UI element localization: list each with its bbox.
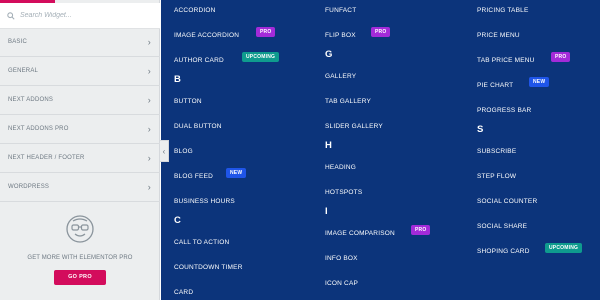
category-next-addons[interactable]: NEXT ADDONS › xyxy=(0,86,160,115)
chevron-right-icon: › xyxy=(147,124,151,134)
category-list: BASIC › GENERAL › NEXT ADDONS › NEXT ADDONS… xyxy=(0,28,160,202)
widget-slider-gallery[interactable]: SLIDER GALLERY xyxy=(325,123,383,130)
widget-flip-box[interactable]: FLIP BOX xyxy=(325,32,356,39)
widget-pie-chart[interactable]: PIE CHART xyxy=(477,82,513,89)
category-next-header-footer[interactable]: NEXT HEADER / FOOTER › xyxy=(0,144,160,173)
widget-dual-button[interactable]: DUAL BUTTON xyxy=(174,123,222,130)
chevron-right-icon: › xyxy=(147,182,151,192)
chevron-left-icon: ‹ xyxy=(162,146,166,156)
widget-hotspots[interactable]: HOTSPOTS xyxy=(325,189,362,196)
chevron-right-icon: › xyxy=(147,37,151,47)
widget-shoping-card[interactable]: SHOPING CARD xyxy=(477,248,530,255)
pro-badge: PRO xyxy=(256,27,276,37)
category-label: NEXT ADDONS xyxy=(8,97,54,103)
nerd-face-icon xyxy=(66,215,94,243)
widget-author-card[interactable]: AUTHOR CARD xyxy=(174,57,224,64)
pro-badge: PRO xyxy=(371,27,391,37)
widget-subscribe[interactable]: SUBSCRIBE xyxy=(477,148,516,155)
new-badge: NEW xyxy=(226,168,247,178)
category-label: NEXT HEADER / FOOTER xyxy=(8,155,85,161)
category-label: BASIC xyxy=(8,39,28,45)
category-label: WORDPRESS xyxy=(8,184,50,190)
widget-heading[interactable]: HEADING xyxy=(325,164,356,171)
category-general[interactable]: GENERAL › xyxy=(0,57,160,86)
widget-accordion[interactable]: ACCORDION xyxy=(174,7,216,14)
widget-funfact[interactable]: FUNFACT xyxy=(325,7,356,14)
section-letter-g: G xyxy=(325,49,333,60)
pro-badge: PRO xyxy=(411,225,431,235)
promo-text: GET MORE WITH ELEMENTOR PRO xyxy=(27,255,133,261)
widget-icon-cap[interactable]: ICON CAP xyxy=(325,280,358,287)
widget-image-accordion[interactable]: IMAGE ACCORDION xyxy=(174,32,239,39)
pro-badge: PRO xyxy=(551,52,571,62)
collapse-panel-toggle[interactable]: ‹ xyxy=(160,140,169,162)
widget-social-counter[interactable]: SOCIAL COUNTER xyxy=(477,198,537,205)
section-letter-i: I xyxy=(325,206,328,217)
category-label: GENERAL xyxy=(8,68,39,74)
section-letter-s: S xyxy=(477,124,484,135)
widget-call-to-action[interactable]: CALL TO ACTION xyxy=(174,239,229,246)
chevron-right-icon: › xyxy=(147,95,151,105)
widget-pricing-table[interactable]: PRICING TABLE xyxy=(477,7,528,14)
widget-gallery[interactable]: GALLERY xyxy=(325,73,356,80)
section-letter-h: H xyxy=(325,140,332,151)
section-letter-c: C xyxy=(174,215,181,226)
pro-promo: GET MORE WITH ELEMENTOR PRO GO PRO xyxy=(0,214,160,285)
widget-step-flow[interactable]: STEP FLOW xyxy=(477,173,516,180)
widget-social-share[interactable]: SOCIAL SHARE xyxy=(477,223,527,230)
widget-blog[interactable]: BLOG xyxy=(174,148,193,155)
category-basic[interactable]: BASIC › xyxy=(0,28,160,57)
new-badge: NEW xyxy=(529,77,550,87)
widget-image-comparison[interactable]: IMAGE COMPARISON xyxy=(325,230,395,237)
widget-business-hours[interactable]: BUSINESS HOURS xyxy=(174,198,235,205)
widget-price-menu[interactable]: PRICE MENU xyxy=(477,32,520,39)
search-input[interactable] xyxy=(20,12,150,19)
widget-tab-price-menu[interactable]: TAB PRICE MENU xyxy=(477,57,535,64)
category-wordpress[interactable]: WORDPRESS › xyxy=(0,173,160,202)
search-bar xyxy=(0,3,160,29)
widgets-panel: BASIC › GENERAL › NEXT ADDONS › NEXT ADDONS… xyxy=(0,0,160,300)
category-next-addons-pro[interactable]: NEXT ADDONS PRO › xyxy=(0,115,160,144)
widget-button[interactable]: BUTTON xyxy=(174,98,202,105)
widget-tab-gallery[interactable]: TAB GALLERY xyxy=(325,98,371,105)
search-icon xyxy=(7,11,15,20)
chevron-right-icon: › xyxy=(147,66,151,76)
upcoming-badge: UPCOMING xyxy=(242,52,280,62)
widget-progress-bar[interactable]: PROGRESS BAR xyxy=(477,107,531,114)
widget-blog-feed[interactable]: BLOG FEED xyxy=(174,173,213,180)
go-pro-button[interactable]: GO PRO xyxy=(54,270,106,285)
widget-info-box[interactable]: INFO BOX xyxy=(325,255,358,262)
chevron-right-icon: › xyxy=(147,153,151,163)
section-letter-b: B xyxy=(174,74,181,85)
widget-countdown-timer[interactable]: COUNTDOWN TIMER xyxy=(174,264,243,271)
upcoming-badge: UPCOMING xyxy=(545,243,583,253)
category-label: NEXT ADDONS PRO xyxy=(8,126,69,132)
widget-index: ACCORDION IMAGE ACCORDION PRO AUTHOR CAR… xyxy=(161,0,600,300)
widget-card[interactable]: CARD xyxy=(174,289,193,296)
